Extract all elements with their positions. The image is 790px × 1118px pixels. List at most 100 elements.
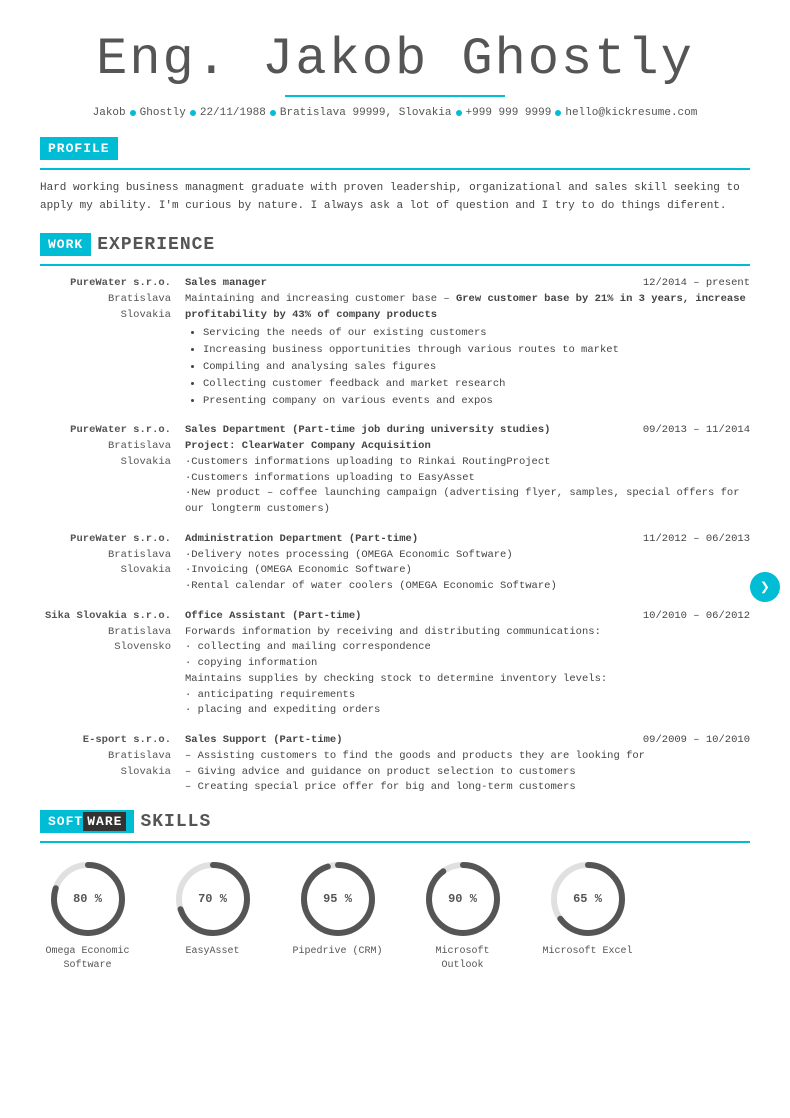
job-desc-5b: – Giving advice and guidance on product … bbox=[185, 766, 576, 778]
company-2: PureWater s.r.o. bbox=[40, 423, 171, 439]
work-entry-3: PureWater s.r.o. Bratislava Slovakia 11/… bbox=[40, 532, 750, 595]
job-desc-4c: · copying information bbox=[185, 657, 317, 669]
bullet-1-4: Collecting customer feedback and market … bbox=[203, 376, 750, 393]
skill-name: Omega EconomicSoftware bbox=[45, 945, 129, 973]
job-desc-2a: ·Customers informations uploading to Rin… bbox=[185, 456, 550, 468]
dot1 bbox=[130, 110, 136, 116]
bullet-1-1: Servicing the needs of our existing cust… bbox=[203, 325, 750, 342]
skill-name: Microsoft Excel bbox=[542, 945, 632, 959]
city-1: Bratislava bbox=[40, 292, 171, 308]
job-desc-4d: Maintains supplies by checking stock to … bbox=[185, 673, 607, 685]
skills-tag: SOFTWARE bbox=[40, 810, 134, 833]
job-desc-1: Maintaining and increasing customer base… bbox=[185, 293, 746, 321]
city-3: Bratislava bbox=[40, 548, 171, 564]
job-title-3: Administration Department (Part-time) bbox=[185, 533, 418, 545]
skill-circle: 65 % bbox=[548, 859, 628, 939]
country-5: Slovakia bbox=[40, 765, 171, 781]
work-right-4: 10/2010 – 06/2012 Office Assistant (Part… bbox=[185, 609, 750, 719]
job-desc-3c: ·Rental calendar of water coolers (OMEGA… bbox=[185, 580, 557, 592]
work-left-4: Sika Slovakia s.r.o. Bratislava Slovensk… bbox=[40, 609, 185, 719]
job-title-2: Sales Department (Part-time job during u… bbox=[185, 424, 550, 436]
contact-surname: Ghostly bbox=[140, 107, 186, 119]
title-underline bbox=[285, 95, 505, 97]
job-desc-4e: · anticipating requirements bbox=[185, 689, 355, 701]
skill-name: EasyAsset bbox=[185, 945, 239, 959]
job-bullets-1: Servicing the needs of our existing cust… bbox=[185, 325, 750, 409]
contact-dob: 22/11/1988 bbox=[200, 107, 266, 119]
skill-item: 80 % Omega EconomicSoftware bbox=[40, 859, 135, 973]
work-entries: PureWater s.r.o. Bratislava Slovakia 12/… bbox=[40, 276, 750, 796]
skill-item: 90 % Microsoft Outlook bbox=[415, 859, 510, 973]
country-2: Slovakia bbox=[40, 455, 171, 471]
work-entry-4: Sika Slovakia s.r.o. Bratislava Slovensk… bbox=[40, 609, 750, 719]
skill-circle: 90 % bbox=[423, 859, 503, 939]
next-button[interactable]: ❯ bbox=[750, 572, 780, 602]
dot5 bbox=[555, 110, 561, 116]
work-entry-5: E-sport s.r.o. Bratislava Slovakia 09/20… bbox=[40, 733, 750, 796]
job-title-1: Sales manager bbox=[185, 277, 267, 289]
job-desc-2c: ·New product – coffee launching campaign… bbox=[185, 487, 740, 515]
skill-name: Microsoft Outlook bbox=[415, 945, 510, 973]
city-5: Bratislava bbox=[40, 749, 171, 765]
work-divider bbox=[40, 264, 750, 266]
country-1: Slovakia bbox=[40, 308, 171, 324]
date-4: 10/2010 – 06/2012 bbox=[643, 609, 750, 625]
job-desc-3a: ·Delivery notes processing (OMEGA Econom… bbox=[185, 549, 513, 561]
date-5: 09/2009 – 10/2010 bbox=[643, 733, 750, 749]
job-desc-2b: ·Customers informations uploading to Eas… bbox=[185, 472, 475, 484]
bullet-1-2: Increasing business opportunities throug… bbox=[203, 342, 750, 359]
dot4 bbox=[456, 110, 462, 116]
dot3 bbox=[270, 110, 276, 116]
company-5: E-sport s.r.o. bbox=[40, 733, 171, 749]
main-title: Eng. Jakob Ghostly bbox=[40, 30, 750, 89]
contact-bar: Jakob Ghostly 22/11/1988 Bratislava 9999… bbox=[40, 107, 750, 119]
date-2: 09/2013 – 11/2014 bbox=[643, 423, 750, 439]
job-desc-4f: · placing and expediting orders bbox=[185, 704, 380, 716]
skills-title: SKILLS bbox=[140, 812, 211, 832]
skill-pct: 95 % bbox=[323, 892, 352, 906]
work-right-3: 11/2012 – 06/2013 Administration Departm… bbox=[185, 532, 750, 595]
skill-circle: 80 % bbox=[48, 859, 128, 939]
work-entry-2: PureWater s.r.o. Bratislava Slovakia 09/… bbox=[40, 423, 750, 518]
country-3: Slovakia bbox=[40, 563, 171, 579]
work-section-header: WORK EXPERIENCE bbox=[40, 233, 750, 256]
job-title-5: Sales Support (Part-time) bbox=[185, 734, 343, 746]
work-right-1: 12/2014 – present Sales manager Maintain… bbox=[185, 276, 750, 409]
profile-tag: PROFILE bbox=[40, 137, 118, 160]
skill-name: Pipedrive (CRM) bbox=[292, 945, 382, 959]
skills-circles: 80 % Omega EconomicSoftware 70 % EasyAss… bbox=[40, 859, 750, 973]
contact-email: hello@kickresume.com bbox=[565, 107, 697, 119]
job-desc-4a: Forwards information by receiving and di… bbox=[185, 626, 601, 638]
date-1: 12/2014 – present bbox=[643, 276, 750, 292]
date-3: 11/2012 – 06/2013 bbox=[643, 532, 750, 548]
contact-phone: +999 999 9999 bbox=[466, 107, 552, 119]
company-4: Sika Slovakia s.r.o. bbox=[40, 609, 171, 625]
project-2: Project: ClearWater Company Acquisition bbox=[185, 440, 431, 452]
job-title-4: Office Assistant (Part-time) bbox=[185, 610, 361, 622]
city-4: Bratislava bbox=[40, 625, 171, 641]
skill-pct: 65 % bbox=[573, 892, 602, 906]
skill-pct: 90 % bbox=[448, 892, 477, 906]
dot2 bbox=[190, 110, 196, 116]
skills-divider bbox=[40, 841, 750, 843]
skill-item: 70 % EasyAsset bbox=[165, 859, 260, 959]
skills-section-header: SOFTWARE SKILLS bbox=[40, 810, 750, 833]
skill-pct: 70 % bbox=[198, 892, 227, 906]
work-left-3: PureWater s.r.o. Bratislava Slovakia bbox=[40, 532, 185, 595]
skill-pct: 80 % bbox=[73, 892, 102, 906]
work-left-1: PureWater s.r.o. Bratislava Slovakia bbox=[40, 276, 185, 409]
skill-circle: 95 % bbox=[298, 859, 378, 939]
work-right-5: 09/2009 – 10/2010 Sales Support (Part-ti… bbox=[185, 733, 750, 796]
contact-location: Bratislava 99999, Slovakia bbox=[280, 107, 452, 119]
city-2: Bratislava bbox=[40, 439, 171, 455]
bullet-1-5: Presenting company on various events and… bbox=[203, 393, 750, 410]
work-left-5: E-sport s.r.o. Bratislava Slovakia bbox=[40, 733, 185, 796]
skill-circle: 70 % bbox=[173, 859, 253, 939]
header: Eng. Jakob Ghostly Jakob Ghostly 22/11/1… bbox=[40, 30, 750, 119]
profile-section-header: PROFILE bbox=[40, 137, 750, 160]
work-left-2: PureWater s.r.o. Bratislava Slovakia bbox=[40, 423, 185, 518]
country-4: Slovensko bbox=[40, 640, 171, 656]
profile-text: Hard working business managment graduate… bbox=[40, 180, 750, 215]
job-desc-3b: ·Invoicing (OMEGA Economic Software) bbox=[185, 564, 412, 576]
work-title: EXPERIENCE bbox=[97, 235, 215, 255]
